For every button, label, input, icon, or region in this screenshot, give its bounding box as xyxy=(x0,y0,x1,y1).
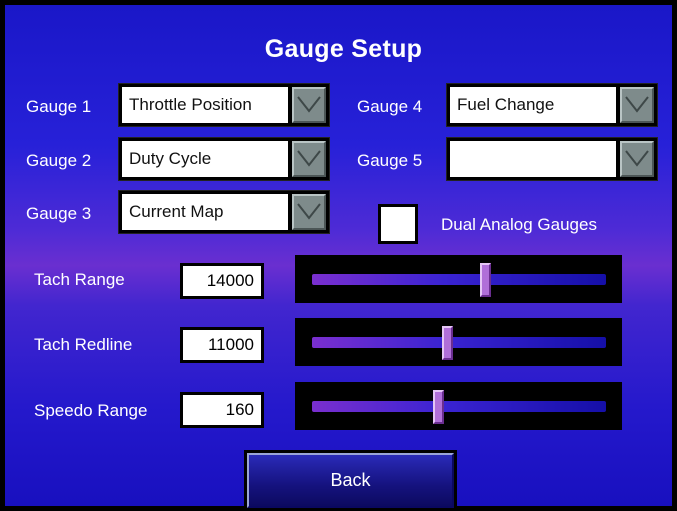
speedo-range-field[interactable]: 160 xyxy=(180,392,264,428)
chevron-down-icon[interactable] xyxy=(292,194,326,230)
checkbox-box[interactable] xyxy=(381,207,415,241)
slider-thumb[interactable] xyxy=(433,390,444,424)
page-title: Gauge Setup xyxy=(264,35,423,63)
chevron-down-icon[interactable] xyxy=(620,141,654,177)
speedo-range-label: Speedo Range xyxy=(34,401,148,420)
gauge-4-select[interactable]: Fuel Change xyxy=(446,83,658,127)
tach-range-slider[interactable] xyxy=(295,255,622,303)
chevron-down-icon[interactable] xyxy=(292,141,326,177)
slider-thumb[interactable] xyxy=(442,326,453,360)
gauge-4-label: Gauge 4 xyxy=(357,97,423,116)
back-button-label[interactable]: Back xyxy=(247,453,454,508)
tach-redline-label: Tach Redline xyxy=(34,335,133,354)
tach-redline-value[interactable]: 11000 xyxy=(183,330,261,360)
gauge-5-select[interactable] xyxy=(446,137,658,181)
gauge-4-value[interactable]: Fuel Change xyxy=(450,87,616,123)
gauge-1-select[interactable]: Throttle Position xyxy=(118,83,330,127)
gauge-3-select[interactable]: Current Map xyxy=(118,190,330,234)
tach-range-label: Tach Range xyxy=(34,270,125,289)
gauge-2-select[interactable]: Duty Cycle xyxy=(118,137,330,181)
dual-analog-checkbox[interactable] xyxy=(378,204,418,244)
slider-thumb[interactable] xyxy=(480,263,491,297)
tach-range-field[interactable]: 14000 xyxy=(180,263,264,299)
gauge-1-label: Gauge 1 xyxy=(26,97,92,116)
gauge-3-label: Gauge 3 xyxy=(26,204,92,223)
tach-redline-slider[interactable] xyxy=(295,318,622,366)
chevron-down-icon[interactable] xyxy=(292,87,326,123)
gauge-setup-screen: Gauge Setup Gauge 1 Throttle Position Ga… xyxy=(0,0,677,511)
dual-analog-label: Dual Analog Gauges xyxy=(441,215,597,234)
slider-track[interactable] xyxy=(312,274,606,285)
gauge-5-label: Gauge 5 xyxy=(357,151,423,170)
tach-range-value[interactable]: 14000 xyxy=(183,266,261,296)
chevron-down-icon[interactable] xyxy=(620,87,654,123)
gauge-3-value[interactable]: Current Map xyxy=(122,194,288,230)
gauge-1-value[interactable]: Throttle Position xyxy=(122,87,288,123)
speedo-range-slider[interactable] xyxy=(295,382,622,430)
slider-track[interactable] xyxy=(312,337,606,348)
gauge-2-value[interactable]: Duty Cycle xyxy=(122,141,288,177)
gauge-5-value[interactable] xyxy=(450,141,616,177)
gauge-2-label: Gauge 2 xyxy=(26,151,92,170)
tach-redline-field[interactable]: 11000 xyxy=(180,327,264,363)
slider-track[interactable] xyxy=(312,401,606,412)
speedo-range-value[interactable]: 160 xyxy=(183,395,261,425)
back-button[interactable]: Back xyxy=(244,450,457,511)
